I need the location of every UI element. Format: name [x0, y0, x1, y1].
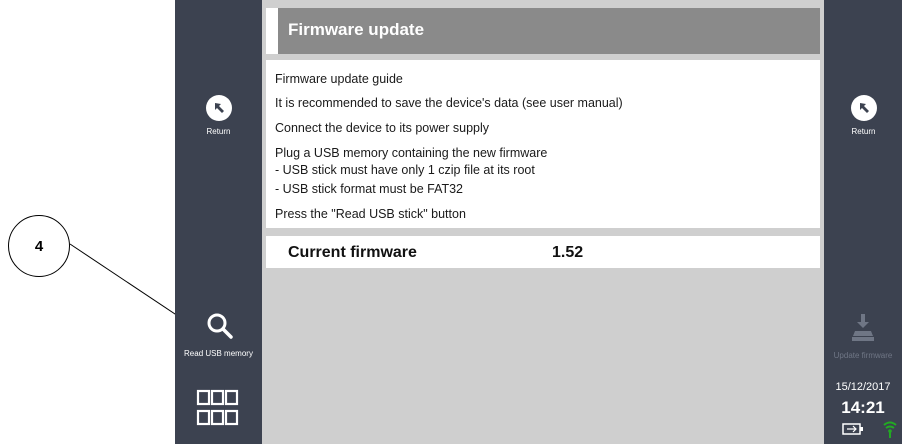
update-firmware-label: Update firmware [833, 351, 893, 360]
page-title: Firmware update [288, 20, 425, 39]
time-display: 14:21 [841, 398, 885, 417]
guide-line: Press the "Read USB stick" button [275, 207, 466, 221]
date-display: 15/12/2017 [835, 381, 891, 393]
menu-grid-button[interactable] [196, 387, 240, 431]
battery-icon [842, 423, 863, 435]
read-usb-label: Read USB memory [184, 349, 253, 358]
guide-line: - USB stick must have only 1 czip file a… [275, 163, 535, 177]
left-sidebar [175, 0, 262, 444]
update-firmware-button[interactable]: Update firmware [824, 312, 902, 360]
right-sidebar [824, 0, 902, 444]
guide-line: Connect the device to its power supply [275, 121, 490, 135]
callout-label: 4 [34, 237, 44, 255]
download-tray-icon [852, 314, 874, 341]
return-label: Return [851, 127, 876, 136]
return-button-right[interactable]: Return [820, 95, 902, 136]
callout-number-4: 4 [8, 215, 70, 277]
return-button-left[interactable]: Return [175, 95, 262, 136]
guide-line: Plug a USB memory containing the new fir… [275, 146, 548, 160]
guide-line: Firmware update guide [275, 72, 403, 86]
return-arrow-icon [850, 95, 877, 121]
guide-line: - USB stick format must be FAT32 [275, 182, 464, 196]
return-arrow-icon [205, 95, 232, 121]
wifi-signal-icon [883, 421, 897, 438]
grid-menu-icon [196, 389, 239, 426]
search-icon [207, 313, 233, 339]
return-label: Return [206, 127, 231, 136]
read-usb-memory-button[interactable]: Read USB memory [175, 310, 262, 358]
current-firmware-label: Current firmware [288, 244, 417, 261]
guide-line: It is recommended to save the device's d… [275, 96, 623, 110]
title-accent [266, 8, 278, 54]
current-firmware-value: 1.52 [552, 244, 584, 261]
firmware-update-guide: Firmware update guide It is recommended … [266, 60, 820, 228]
